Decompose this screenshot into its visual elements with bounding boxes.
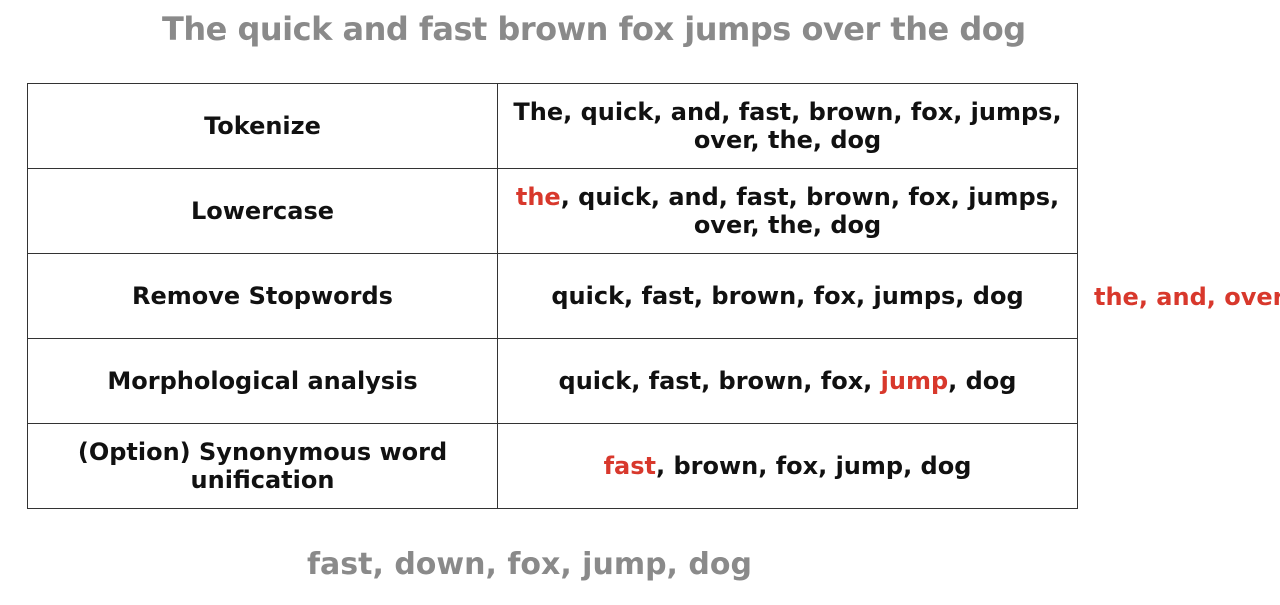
table-row: Tokenize The, quick, and, fast, brown, f… [27, 83, 1078, 169]
output-text: , quick, and, fast, brown, fox, jumps, o… [560, 183, 1060, 239]
input-sentence: The quick and fast brown fox jumps over … [162, 10, 1026, 48]
table-row: Morphological analysis quick, fast, brow… [27, 338, 1078, 424]
highlighted-token: jump [880, 367, 949, 395]
step-output-morphological-analysis: quick, fast, brown, fox, jump, dog [497, 338, 1078, 424]
result-sentence: fast, down, fox, jump, dog [307, 547, 752, 582]
output-text: , brown, fox, jump, dog [655, 452, 972, 480]
highlighted-token: the [515, 183, 561, 211]
table-row: Lowercase the, quick, and, fast, brown, … [27, 168, 1078, 254]
table-row: (Option) Synonymous word unification fas… [27, 423, 1078, 509]
step-output-lowercase: the, quick, and, fast, brown, fox, jumps… [497, 168, 1078, 254]
preprocessing-steps-table: Tokenize The, quick, and, fast, brown, f… [27, 83, 1078, 509]
step-output-synonym-unification: fast, brown, fox, jump, dog [497, 423, 1078, 509]
step-name-remove-stopwords: Remove Stopwords [27, 253, 498, 339]
step-name-tokenize: Tokenize [27, 83, 498, 169]
output-text: quick, fast, brown, fox, jumps, dog [551, 282, 1024, 310]
output-text: quick, fast, brown, fox, [558, 367, 881, 395]
step-output-tokenize: The, quick, and, fast, brown, fox, jumps… [497, 83, 1078, 169]
step-name-synonym-unification: (Option) Synonymous word unification [27, 423, 498, 509]
removed-stopwords-note: the, and, over [1094, 283, 1280, 311]
output-text: , dog [948, 367, 1017, 395]
highlighted-token: fast [603, 452, 656, 480]
step-name-morphological-analysis: Morphological analysis [27, 338, 498, 424]
output-text: The, quick, and, fast, brown, fox, jumps… [513, 98, 1062, 154]
table-row: Remove Stopwords quick, fast, brown, fox… [27, 253, 1078, 339]
step-output-remove-stopwords: quick, fast, brown, fox, jumps, dog [497, 253, 1078, 339]
step-name-lowercase: Lowercase [27, 168, 498, 254]
